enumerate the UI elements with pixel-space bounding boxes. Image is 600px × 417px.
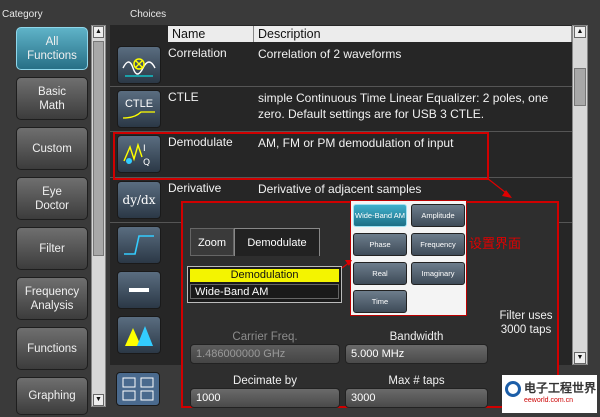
annotation-label: 设置界面 [469, 236, 522, 251]
annotation-arrows [341, 177, 512, 269]
logo-url: eeworld.com.cn [524, 397, 574, 404]
watermark-logo: 电子工程世界 eeworld.com.cn [502, 375, 597, 413]
app-window: Category All Functions Basic Math Custom… [0, 0, 600, 417]
logo-mark-icon [505, 381, 521, 397]
logo-text: 电子工程世界 [524, 381, 597, 395]
